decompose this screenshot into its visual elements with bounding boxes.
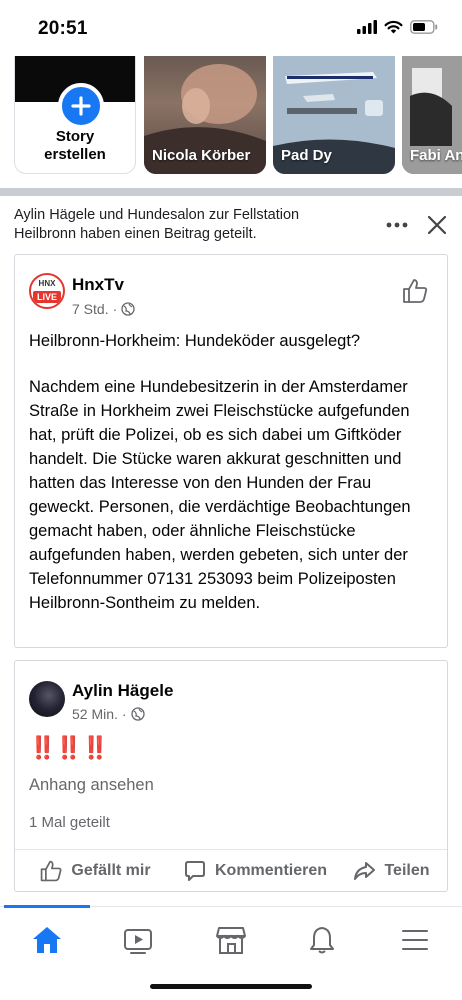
comment-button[interactable]: Kommentieren bbox=[175, 850, 335, 891]
close-icon[interactable] bbox=[426, 214, 448, 236]
story-name: Nicola Körber bbox=[152, 147, 251, 164]
original-post-card: HNX LIVE HnxTv 7 Std. · Heilbronn-Horkhe… bbox=[14, 254, 448, 648]
like-button[interactable]: Gefällt mir bbox=[15, 850, 175, 891]
post-title: Heilbronn-Horkheim: Hundeköder ausgelegt… bbox=[29, 332, 361, 350]
share-author[interactable]: Aylin Hägele bbox=[72, 681, 173, 701]
page-avatar[interactable]: HNX LIVE bbox=[29, 273, 65, 309]
story-card[interactable]: Fabi An bbox=[402, 56, 462, 174]
battery-icon bbox=[410, 20, 438, 34]
share-meta: 52 Min. · bbox=[72, 706, 145, 722]
share-header-text: Aylin Hägele und Hundesalon zur Fellstat… bbox=[14, 207, 300, 242]
live-badge: LIVE bbox=[33, 291, 61, 303]
share-button[interactable]: Teilen bbox=[335, 850, 447, 891]
story-name: Pad Dy bbox=[281, 147, 332, 164]
home-icon[interactable] bbox=[27, 923, 67, 957]
video-icon[interactable] bbox=[118, 923, 158, 957]
post-body: Nachdem eine Hundebesitzerin in der Amst… bbox=[29, 378, 411, 612]
story-create-card[interactable]: Story erstellen bbox=[14, 56, 136, 174]
home-indicator bbox=[150, 984, 312, 989]
meta-dot: · bbox=[112, 301, 118, 317]
post-author[interactable]: HnxTv bbox=[72, 275, 124, 295]
share-count[interactable]: 1 Mal geteilt bbox=[29, 814, 110, 831]
comment-label: Kommentieren bbox=[214, 861, 328, 879]
notifications-icon[interactable] bbox=[302, 923, 342, 957]
status-icons bbox=[357, 20, 438, 34]
post-time[interactable]: 7 Std. bbox=[72, 301, 109, 317]
status-time: 20:51 bbox=[38, 18, 88, 39]
story-card[interactable]: Pad Dy bbox=[273, 56, 395, 174]
share-time[interactable]: 52 Min. bbox=[72, 706, 118, 722]
share-text: ‼️‼️‼️ bbox=[29, 735, 109, 760]
more-options-icon[interactable] bbox=[384, 216, 410, 234]
globe-icon bbox=[130, 707, 145, 721]
avatar[interactable] bbox=[29, 681, 65, 717]
menu-icon[interactable] bbox=[395, 923, 435, 957]
globe-icon bbox=[121, 302, 135, 316]
share-icon bbox=[354, 861, 376, 880]
shared-post-card: Aylin Hägele 52 Min. · ‼️‼️‼️ Anhang ans… bbox=[14, 660, 448, 892]
story-name: Fabi An bbox=[410, 147, 462, 164]
signal-icon bbox=[357, 20, 377, 34]
plus-icon[interactable] bbox=[58, 83, 104, 129]
comment-icon bbox=[184, 860, 205, 881]
like-label: Gefällt mir bbox=[71, 861, 151, 879]
thumbs-up-icon bbox=[41, 860, 62, 881]
share-label: Teilen bbox=[384, 861, 430, 879]
status-bar: 20:51 bbox=[0, 0, 462, 56]
story-card[interactable]: Nicola Körber bbox=[144, 56, 266, 174]
post-actions: Gefällt mir Kommentieren Teilen bbox=[15, 849, 447, 891]
stories-row: Story erstellen Nicola Körber Pad Dy Fab… bbox=[0, 56, 462, 176]
section-divider bbox=[0, 188, 462, 196]
thumbs-up-icon[interactable] bbox=[401, 277, 429, 305]
post-meta: 7 Std. · bbox=[72, 301, 135, 317]
story-create-label: Story erstellen bbox=[44, 128, 106, 163]
active-tab-indicator bbox=[4, 905, 90, 908]
marketplace-icon[interactable] bbox=[211, 923, 251, 957]
meta-dot: · bbox=[121, 706, 127, 722]
attachment-link[interactable]: Anhang ansehen bbox=[29, 776, 154, 795]
wifi-icon bbox=[384, 20, 403, 34]
page-logo-text: HNX bbox=[38, 279, 56, 288]
